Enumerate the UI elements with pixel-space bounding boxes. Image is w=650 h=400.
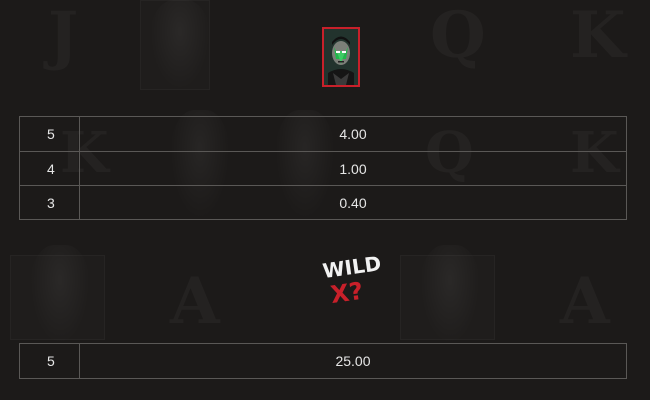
bg-letter-k: K bbox=[570, 4, 626, 68]
bg-letter-a: A bbox=[560, 270, 610, 334]
bg-letter-q: Q bbox=[430, 4, 486, 68]
symbol-count: 4 bbox=[20, 152, 80, 185]
wild-logo-mark: X? bbox=[329, 277, 365, 308]
symbol-count: 5 bbox=[20, 344, 80, 378]
wild-logo-icon: WILD X? bbox=[318, 248, 388, 309]
villain-symbol-icon bbox=[322, 27, 360, 87]
table-row: 4 1.00 bbox=[20, 151, 626, 185]
paytable-wild: 5 25.00 bbox=[19, 343, 627, 379]
paytable-villain: 5 4.00 4 1.00 3 0.40 bbox=[19, 116, 627, 220]
bg-letter-j: J bbox=[48, 4, 78, 68]
symbol-count: 3 bbox=[20, 186, 80, 219]
villain-portrait-icon bbox=[324, 29, 358, 85]
table-row: 5 4.00 bbox=[20, 117, 626, 151]
bg-figure bbox=[150, 0, 210, 90]
bg-letter-a: A bbox=[170, 270, 220, 334]
table-row: 3 0.40 bbox=[20, 185, 626, 219]
payout-value: 1.00 bbox=[339, 160, 367, 177]
bg-figure bbox=[420, 245, 480, 345]
payout-value: 4.00 bbox=[339, 126, 367, 142]
bg-figure bbox=[30, 245, 90, 345]
table-row: 5 25.00 bbox=[20, 344, 626, 378]
payout-value: 0.40 bbox=[339, 194, 367, 211]
symbol-count: 5 bbox=[20, 117, 80, 151]
payout-value: 25.00 bbox=[335, 353, 371, 369]
